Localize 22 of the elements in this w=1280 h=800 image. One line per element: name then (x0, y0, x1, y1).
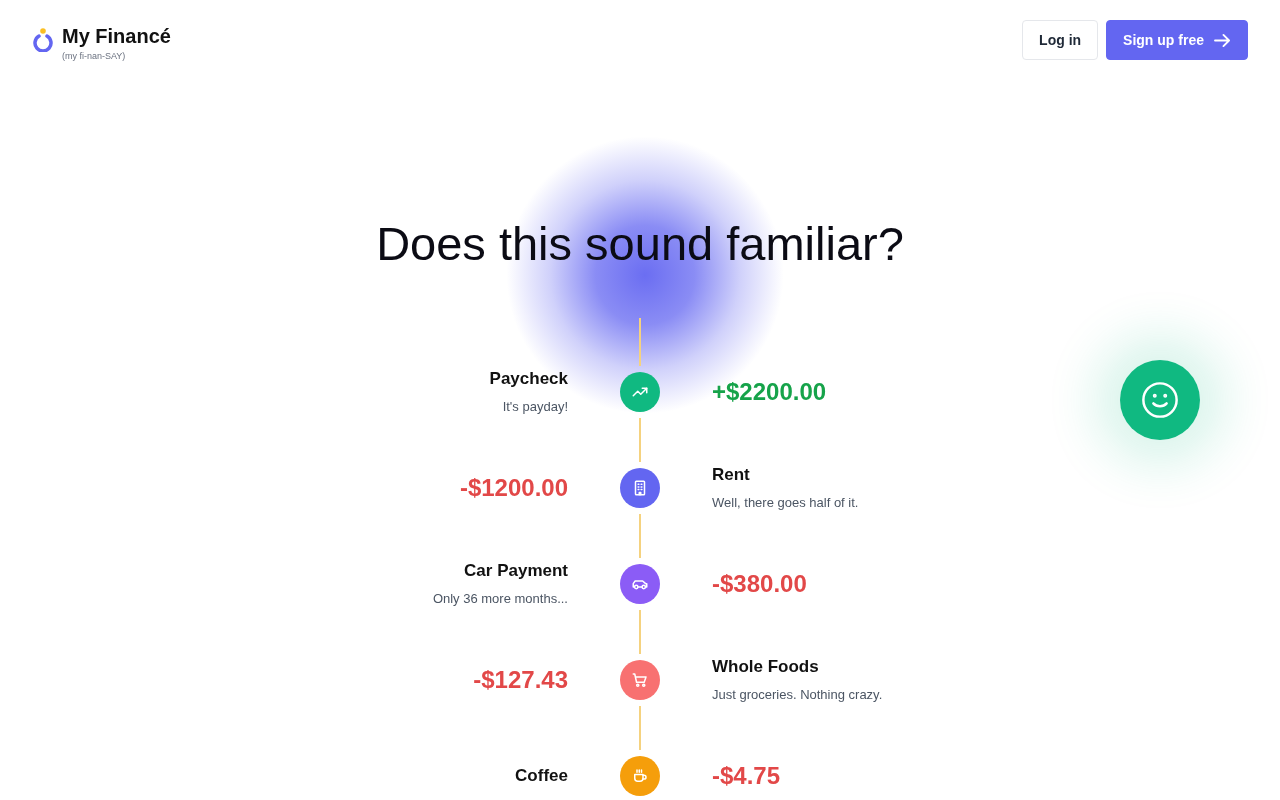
page-heading: Does this sound familiar? (375, 216, 905, 272)
entry-note: Just groceries. Nothing crazy. (712, 686, 883, 704)
entry-amount: -$127.43 (473, 665, 568, 695)
entry-amount: -$4.75 (712, 761, 781, 791)
entry-title: Coffee (515, 765, 568, 787)
entry-note: It's payday! (502, 398, 568, 416)
entry-title: Rent (712, 464, 750, 486)
login-button[interactable]: Log in (1022, 20, 1099, 60)
entry-amount: +$2200.00 (712, 377, 827, 407)
entry-note: Well, there goes half of it. (712, 494, 859, 512)
brand-name: My Financé (62, 24, 171, 48)
smiley-icon (1141, 381, 1179, 419)
entry-amount: -$380.00 (712, 569, 807, 599)
ring-logo-icon (32, 27, 54, 52)
entry-title: Car Payment (464, 560, 568, 582)
entry-title: Whole Foods (712, 656, 819, 678)
signup-button[interactable]: Sign up free (1106, 20, 1248, 60)
entry-note: Only 36 more months... (432, 590, 568, 608)
entry-amount: -$1200.00 (459, 473, 568, 503)
entry-title: Paycheck (489, 368, 568, 390)
brand-pronunciation: (my fi-nan-SAY) (62, 50, 127, 62)
arrow-right-icon (1214, 32, 1231, 48)
